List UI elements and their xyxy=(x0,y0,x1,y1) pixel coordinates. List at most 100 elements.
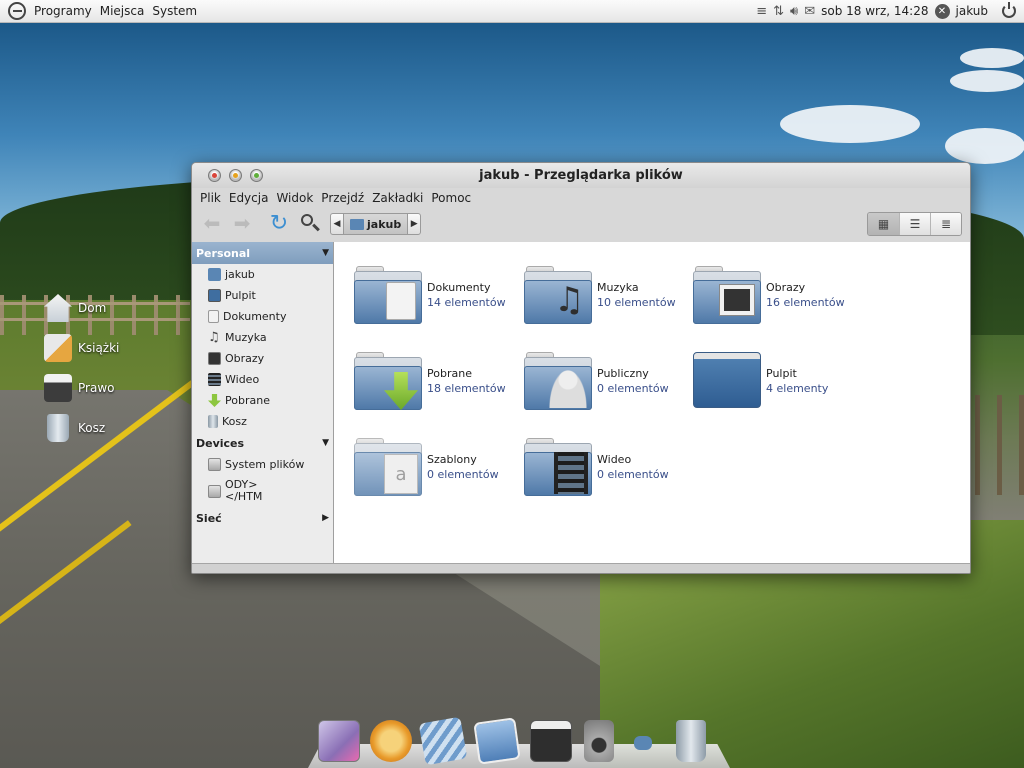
menu-edit[interactable]: Edycja xyxy=(225,191,273,205)
path-crumb-home[interactable]: jakub xyxy=(343,214,409,234)
sidebar-item-filesystem[interactable]: System plików xyxy=(192,454,333,475)
folder-item[interactable]: ♫ Muzyka 10 elementów xyxy=(524,266,676,324)
sidebar-item-label: Pobrane xyxy=(225,394,270,407)
panel-menu-places[interactable]: Miejsca xyxy=(96,4,149,18)
path-left-arrow-icon[interactable]: ◀ xyxy=(331,219,343,229)
system-tray: ≡ ⇅ 🔊︎ ✉ sob 18 wrz, 14:28 ✕ jakub xyxy=(756,2,1024,19)
sidebar-item-music[interactable]: ♫ Muzyka xyxy=(192,327,333,348)
desktop-icon-trash[interactable]: Kosz xyxy=(44,414,105,442)
mail-stamp-icon[interactable] xyxy=(418,716,468,766)
sidebar-item-label: Dokumenty xyxy=(223,310,287,323)
folder-item[interactable]: Pobrane 18 elementów xyxy=(354,352,506,410)
forward-arrow-icon[interactable]: ➡ xyxy=(230,212,254,236)
sidebar-item-documents[interactable]: Dokumenty xyxy=(192,306,333,327)
sidebar-section-personal[interactable]: Personal ▼ xyxy=(192,242,333,264)
folder-item[interactable]: Publiczny 0 elementów xyxy=(524,352,669,410)
picture-icon xyxy=(208,352,221,365)
folder-name: Dokumenty xyxy=(427,281,491,294)
volume-icon[interactable]: 🔊︎ xyxy=(790,4,798,19)
folder-label: Obrazy 16 elementów xyxy=(766,280,845,310)
view-mode-switcher: ▦ ☰ ≣ xyxy=(867,212,962,236)
sidebar-item-label: Obrazy xyxy=(225,352,265,365)
folder-item[interactable]: Pulpit 4 elementy xyxy=(693,352,828,410)
folder-name: Wideo xyxy=(597,453,632,466)
user-status-icon[interactable]: ✕ xyxy=(934,3,950,19)
sidebar-item-label: System plików xyxy=(225,458,305,471)
mail-envelope-icon[interactable]: ✉ xyxy=(804,4,815,19)
photo-viewer-icon[interactable] xyxy=(473,717,521,765)
books-rss-icon xyxy=(44,334,72,362)
wallpaper-cloud xyxy=(780,105,920,143)
panel-user-name[interactable]: jakub xyxy=(956,4,989,18)
power-icon[interactable] xyxy=(1002,2,1016,18)
sidebar-section-network[interactable]: Sieć ▶ xyxy=(192,507,333,529)
music-note-icon: ♫ xyxy=(208,330,220,345)
download-arrow-icon xyxy=(208,394,221,407)
trash-icon[interactable] xyxy=(676,720,706,762)
folder-item[interactable]: a Szablony 0 elementów xyxy=(354,438,499,496)
folder-name: Szablony xyxy=(427,453,477,466)
folder-icon xyxy=(524,438,592,496)
menu-lines-icon[interactable]: ≡ xyxy=(756,4,767,19)
distro-logo-icon[interactable] xyxy=(8,2,26,20)
sidebar-item-trash[interactable]: Kosz xyxy=(192,411,333,432)
speaker-icon[interactable] xyxy=(584,720,614,762)
desktop-icon-label: Prawo xyxy=(78,381,115,395)
sidebar-item-volume[interactable]: ODY> </HTM xyxy=(192,475,333,507)
compact-view-button[interactable]: ≣ xyxy=(930,213,961,235)
home-folder-icon xyxy=(208,268,221,281)
clapperboard-icon[interactable] xyxy=(530,720,572,762)
window-menubar: Plik Edycja Widok Przejdź Zakładki Pomoc xyxy=(192,188,970,208)
menu-go[interactable]: Przejdź xyxy=(317,191,368,205)
desktop-icon-label: Dom xyxy=(78,301,107,315)
desktop-icon-home[interactable]: Dom xyxy=(44,294,106,322)
sidebar-item-videos[interactable]: Wideo xyxy=(192,369,333,390)
desktop-icon-law[interactable]: Prawo xyxy=(44,374,114,402)
sidebar-item-home[interactable]: jakub xyxy=(192,264,333,285)
collapse-triangle-icon[interactable]: ▼ xyxy=(322,248,329,258)
folder-item[interactable]: Dokumenty 14 elementów xyxy=(354,266,506,324)
compass-browser-icon[interactable] xyxy=(370,720,412,762)
collapse-triangle-icon[interactable]: ▼ xyxy=(322,438,329,448)
reload-icon[interactable]: ↻ xyxy=(266,211,292,237)
sidebar-item-downloads[interactable]: Pobrane xyxy=(192,390,333,411)
film-emblem-icon xyxy=(554,452,588,494)
icon-view-button[interactable]: ▦ xyxy=(868,213,899,235)
document-icon xyxy=(208,310,219,323)
sidebar-section-devices[interactable]: Devices ▼ xyxy=(192,432,333,454)
folder-item[interactable]: Obrazy 16 elementów xyxy=(693,266,845,324)
folder-label: Publiczny 0 elementów xyxy=(597,366,669,396)
panel-menu-system[interactable]: System xyxy=(148,4,201,18)
path-right-arrow-icon[interactable]: ▶ xyxy=(408,219,420,229)
sidebar-item-pictures[interactable]: Obrazy xyxy=(192,348,333,369)
menu-help[interactable]: Pomoc xyxy=(427,191,475,205)
folder-count: 4 elementy xyxy=(766,382,829,395)
folder-small-icon[interactable] xyxy=(634,736,652,750)
window-toolbar: ⬅ ➡ ↻ ◀ jakub ▶ ▦ ☰ ≣ xyxy=(192,208,970,240)
menu-view[interactable]: Widok xyxy=(272,191,317,205)
folder-name: Pobrane xyxy=(427,367,472,380)
list-view-button[interactable]: ☰ xyxy=(899,213,930,235)
window-titlebar[interactable]: jakub - Przeglądarka plików xyxy=(192,163,970,188)
menu-bookmarks[interactable]: Zakładki xyxy=(368,191,427,205)
desktop-icon-books[interactable]: Książki xyxy=(44,334,119,362)
sidebar-item-label: Kosz xyxy=(222,415,247,428)
dock xyxy=(308,716,730,768)
sidebar-item-label: ODY> </HTM xyxy=(225,479,262,503)
harddisk-icon xyxy=(208,458,221,471)
expand-triangle-icon[interactable]: ▶ xyxy=(322,513,329,523)
menu-file[interactable]: Plik xyxy=(196,191,225,205)
path-crumb-label: jakub xyxy=(367,217,402,231)
search-icon[interactable] xyxy=(298,211,324,237)
network-updown-icon[interactable]: ⇅ xyxy=(773,4,784,19)
back-arrow-icon[interactable]: ⬅ xyxy=(200,212,224,236)
wallpaper-cloud xyxy=(950,70,1024,92)
panel-menu-programs[interactable]: Programy xyxy=(30,4,96,18)
folder-icon xyxy=(354,352,422,410)
folder-item[interactable]: Wideo 0 elementów xyxy=(524,438,669,496)
panel-clock[interactable]: sob 18 wrz, 14:28 xyxy=(821,4,928,18)
photo-app-icon[interactable] xyxy=(318,720,360,762)
folder-label: Szablony 0 elementów xyxy=(427,452,499,482)
sidebar-item-desktop[interactable]: Pulpit xyxy=(192,285,333,306)
folder-icon xyxy=(693,266,761,324)
